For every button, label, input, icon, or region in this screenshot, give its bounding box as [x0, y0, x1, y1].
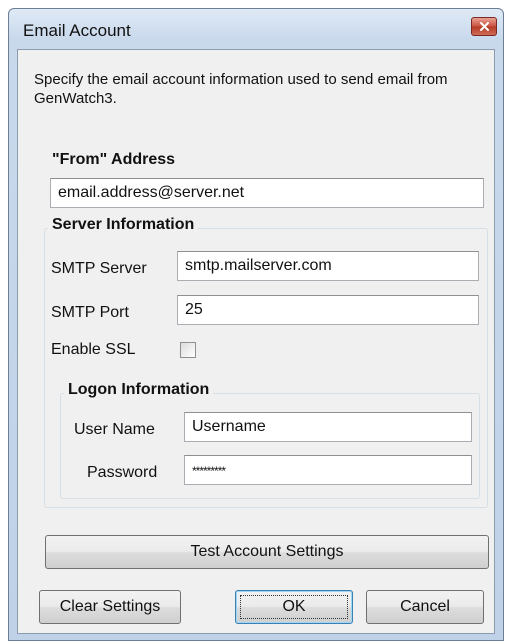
smtp-server-field[interactable]: smtp.mailserver.com	[177, 251, 479, 281]
password-field[interactable]: *********	[184, 455, 472, 485]
enable-ssl-label: Enable SSL	[51, 341, 136, 358]
test-account-settings-button[interactable]: Test Account Settings	[45, 535, 489, 569]
enable-ssl-checkbox[interactable]	[180, 342, 196, 358]
focus-rectangle	[240, 595, 348, 619]
dialog-body: Specify the email account information us…	[17, 49, 495, 634]
from-address-heading: "From" Address	[52, 151, 176, 168]
window-title: Email Account	[23, 21, 131, 40]
server-information-title: Server Information	[48, 216, 199, 234]
clear-settings-button[interactable]: Clear Settings	[39, 590, 181, 624]
username-field[interactable]: Username	[184, 412, 472, 442]
username-label: User Name	[74, 421, 155, 438]
logon-information-title: Logon Information	[64, 381, 214, 399]
smtp-port-label: SMTP Port	[51, 304, 129, 321]
from-address-field[interactable]: email.address@server.net	[50, 178, 484, 208]
smtp-server-label: SMTP Server	[51, 260, 147, 277]
close-button[interactable]	[471, 17, 497, 36]
cancel-button[interactable]: Cancel	[366, 590, 484, 624]
password-label: Password	[87, 464, 158, 481]
ok-button[interactable]: OK	[235, 590, 353, 624]
title-bar[interactable]: Email Account	[9, 9, 503, 49]
email-account-dialog: Email Account Specify the email account …	[8, 8, 504, 641]
intro-text: Specify the email account information us…	[34, 71, 448, 107]
smtp-port-field[interactable]: 25	[177, 295, 479, 325]
close-icon	[480, 22, 489, 31]
